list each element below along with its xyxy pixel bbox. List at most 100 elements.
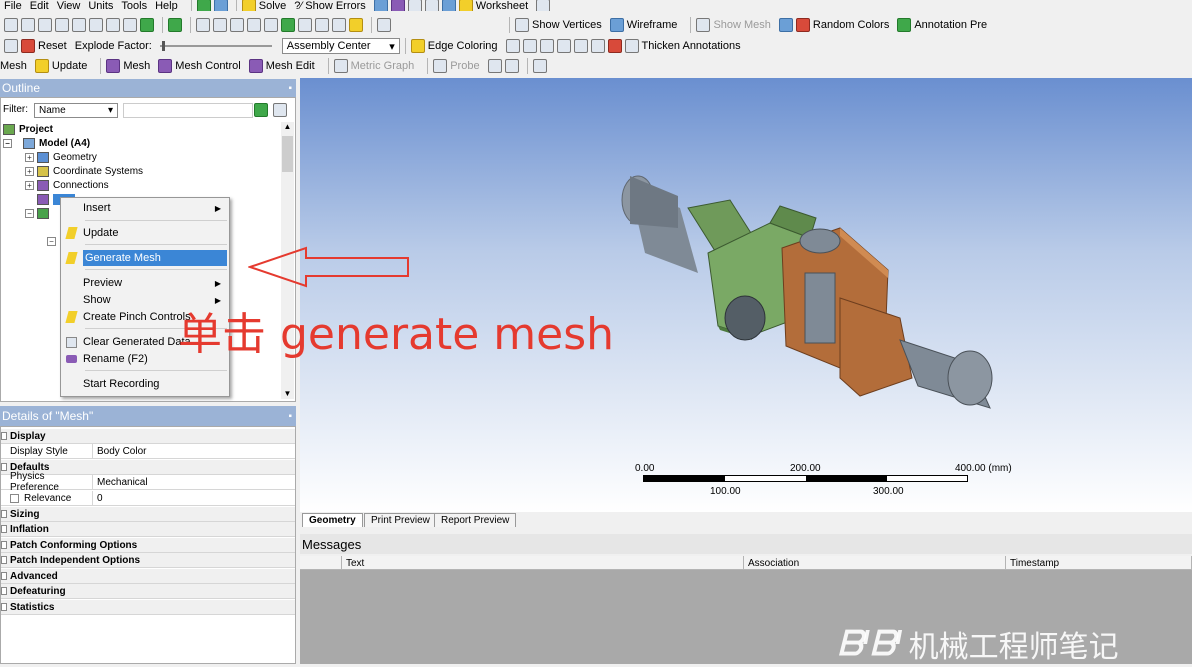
toolbar-icon[interactable] <box>441 0 456 11</box>
filter-search-input[interactable] <box>123 103 253 118</box>
zoom-icon[interactable] <box>230 18 244 32</box>
expand-icon[interactable]: + <box>25 166 34 176</box>
property-value[interactable]: Mechanical <box>93 477 148 488</box>
refresh-icon[interactable] <box>254 103 268 117</box>
probe-button[interactable]: Probe <box>450 60 479 72</box>
messages-col-association[interactable]: Association <box>744 556 1006 570</box>
solve-options-icon[interactable] <box>213 0 228 11</box>
expand-icon[interactable]: + <box>25 180 34 190</box>
annotation-prefs-button[interactable]: Annotation Pre <box>914 19 987 31</box>
collapse-icon[interactable] <box>1 432 7 440</box>
edge-tool-icon[interactable] <box>573 39 588 53</box>
probe-icon[interactable] <box>433 59 448 73</box>
update-icon[interactable] <box>34 59 49 73</box>
rotate-icon[interactable] <box>196 18 210 32</box>
explode-factor-slider[interactable] <box>159 41 272 51</box>
details-group-patch-conforming[interactable]: Patch Conforming Options <box>1 538 295 553</box>
scroll-up-icon[interactable]: ▲ <box>281 122 294 132</box>
tree-item-project[interactable]: Project <box>3 122 53 136</box>
mesh-control-icon[interactable] <box>158 59 173 73</box>
relevance-checkbox[interactable] <box>10 493 19 503</box>
edge-tool-icon[interactable] <box>590 39 605 53</box>
tree-item-solution[interactable]: − <box>47 234 59 248</box>
tree-item-geometry[interactable]: + Geometry <box>25 150 97 164</box>
edge-tool-icon[interactable] <box>505 39 520 53</box>
box-select-icon[interactable] <box>55 18 69 32</box>
details-group-sizing[interactable]: Sizing <box>1 507 295 522</box>
expand-icon[interactable] <box>1 541 7 549</box>
random-colors-icon[interactable] <box>795 18 810 32</box>
select-type-icon[interactable] <box>21 18 35 32</box>
explode-icon[interactable] <box>4 39 18 53</box>
solve-button[interactable]: Solve <box>259 0 287 11</box>
property-value[interactable]: 0 <box>93 493 103 504</box>
assembly-center-select[interactable]: Assembly Center ▾ <box>281 38 400 54</box>
collapse-icon[interactable]: − <box>3 138 12 148</box>
menu-edit[interactable]: Edit <box>30 0 49 11</box>
scrollbar-thumb[interactable] <box>282 136 293 172</box>
menu-item-insert[interactable]: Insert ▶ <box>63 199 227 217</box>
menu-item-preview[interactable]: Preview ▶ <box>63 274 227 292</box>
cursor-icon[interactable] <box>536 0 551 11</box>
collapse-icon[interactable] <box>1 463 7 471</box>
expand-icon[interactable] <box>1 556 7 564</box>
show-vertices-button[interactable]: Show Vertices <box>532 19 602 31</box>
edge-tool-icon[interactable] <box>539 39 554 53</box>
reset-button[interactable]: Reset <box>38 40 67 52</box>
expand-icon[interactable]: + <box>25 152 34 162</box>
body-select-icon[interactable] <box>140 18 154 32</box>
menu-item-update[interactable]: Update <box>63 224 227 242</box>
face-icon[interactable] <box>89 18 103 32</box>
details-row-relevance[interactable]: Relevance 0 <box>1 491 295 506</box>
toolbar-icon[interactable] <box>390 0 405 11</box>
details-group-statistics[interactable]: Statistics <box>1 600 295 615</box>
menu-item-generate-mesh[interactable]: Generate Mesh <box>63 249 227 267</box>
collapse-icon[interactable]: − <box>47 236 56 246</box>
tree-item-connections[interactable]: + Connections <box>25 178 109 192</box>
reset-icon[interactable] <box>21 39 35 53</box>
tab-report-preview[interactable]: Report Preview <box>434 513 517 527</box>
edge-tool-icon[interactable] <box>522 39 537 53</box>
graphics-viewport[interactable]: 0.00 200.00 400.00 (mm) 100.00 300.00 <box>248 78 1192 512</box>
random-colors-button[interactable]: Random Colors <box>813 19 889 31</box>
pin-icon[interactable]: ▪ <box>288 83 292 94</box>
menu-file[interactable]: File <box>4 0 22 11</box>
details-group-display[interactable]: Display <box>1 429 295 444</box>
pan-icon[interactable] <box>213 18 227 32</box>
mesh-edit-button[interactable]: Mesh Edit <box>266 60 315 72</box>
metric-graph-button[interactable]: Metric Graph <box>351 60 415 72</box>
pin-icon[interactable]: ▪ <box>288 411 292 422</box>
expand-icon[interactable] <box>1 510 7 518</box>
slider-handle[interactable] <box>161 41 165 51</box>
check-icon[interactable] <box>196 0 211 11</box>
show-errors-button[interactable]: ?⁄ Show Errors <box>294 0 366 11</box>
messages-col-text[interactable]: Text <box>342 556 744 570</box>
thicken-annotations-button[interactable]: Thicken Annotations <box>642 40 741 52</box>
xyz-icon[interactable] <box>38 18 52 32</box>
probe-tool-icon[interactable] <box>504 59 519 73</box>
menu-help[interactable]: Help <box>155 0 178 11</box>
details-group-patch-independent[interactable]: Patch Independent Options <box>1 553 295 568</box>
next-view-icon[interactable] <box>332 18 346 32</box>
metric-graph-icon[interactable] <box>333 59 348 73</box>
expand-tree-icon[interactable] <box>273 103 287 117</box>
menu-tools[interactable]: Tools <box>121 0 147 11</box>
update-button[interactable]: Update <box>52 60 87 72</box>
vertex-icon[interactable] <box>72 18 86 32</box>
mesh-control-button[interactable]: Mesh Control <box>175 60 240 72</box>
zoom-box-icon[interactable] <box>247 18 261 32</box>
mesh-dropdown-button[interactable]: Mesh <box>123 60 150 72</box>
details-row-physics-preference[interactable]: Physics Preference Mechanical <box>1 471 295 493</box>
toolbar-icon[interactable] <box>407 0 422 11</box>
tab-geometry[interactable]: Geometry <box>302 513 363 527</box>
tab-print-preview[interactable]: Print Preview <box>364 513 437 527</box>
menu-item-start-recording[interactable]: Start Recording <box>63 375 227 393</box>
edge-coloring-button[interactable]: Edge Coloring <box>428 40 498 52</box>
mesh-icon[interactable] <box>106 59 121 73</box>
zoom-fit-icon[interactable] <box>264 18 278 32</box>
expand-icon[interactable] <box>1 587 7 595</box>
expand-icon[interactable] <box>1 525 7 533</box>
body-icon[interactable] <box>123 18 137 32</box>
expand-icon[interactable] <box>1 603 7 611</box>
extend-icon[interactable] <box>168 18 182 32</box>
